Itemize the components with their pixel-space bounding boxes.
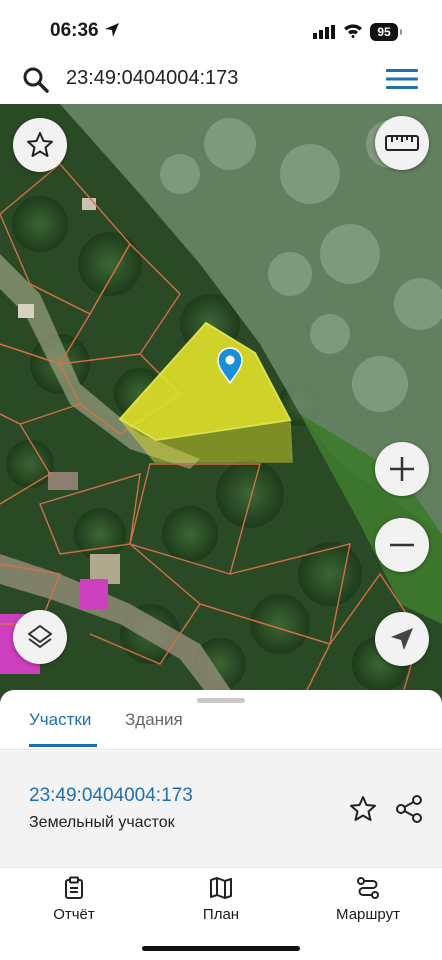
battery-indicator: 95 [370,23,398,41]
ruler-icon [385,135,419,151]
map-canvas[interactable] [0,104,442,704]
clipboard-icon [65,876,83,899]
share-icon[interactable] [394,794,424,824]
search-icon[interactable] [22,66,50,94]
bottom-sheet: Участки Здания 23:49:0404004:173 Земельн… [0,690,442,960]
building-marker [18,304,34,318]
nav-route[interactable]: Маршрут [318,876,418,923]
status-bar: 06:36 95 [0,0,442,56]
star-outline-icon[interactable] [348,794,378,824]
search-query[interactable]: 23:49:0404004:173 [66,67,238,90]
route-icon [357,877,379,899]
zoom-out-button[interactable] [375,518,429,572]
wifi-icon [344,24,362,38]
card-divider [0,867,442,868]
sheet-drag-handle[interactable] [197,698,245,703]
nav-plan[interactable]: План [171,876,271,923]
status-time: 06:36 [50,20,99,41]
favorite-map-button[interactable] [13,118,67,172]
tabs-divider [0,749,442,750]
location-arrow-icon [105,23,119,37]
hamburger-menu-icon[interactable] [386,68,418,90]
parcel-type-label: Земельный участок [29,814,175,831]
nav-report-label: Отчёт [53,906,95,923]
nav-plan-label: План [202,906,240,923]
plus-icon [390,457,414,481]
active-tab-indicator [29,744,97,747]
layers-button[interactable] [13,610,67,664]
building-marker [82,198,96,210]
star-outline-icon [27,132,53,157]
battery-cap [400,29,402,35]
satellite-map[interactable] [0,104,442,704]
tab-buildings[interactable]: Здания [125,710,183,730]
search-bar[interactable]: 23:49:0404004:173 [8,58,434,100]
home-indicator [142,946,300,951]
minus-icon [390,543,414,547]
building-marker [48,472,78,490]
parcel-number[interactable]: 23:49:0404004:173 [29,785,193,807]
nav-report[interactable]: Отчёт [24,876,124,923]
map-icon [210,877,232,899]
nav-route-label: Маршрут [336,906,400,923]
locate-me-button[interactable] [375,612,429,666]
zoom-in-button[interactable] [375,442,429,496]
layers-icon [28,625,52,648]
building-highlight [80,579,108,609]
navigation-arrow-icon [391,628,413,650]
tab-parcels[interactable]: Участки [29,710,91,730]
ruler-button[interactable] [375,116,429,170]
cellular-signal-icon [313,25,335,39]
